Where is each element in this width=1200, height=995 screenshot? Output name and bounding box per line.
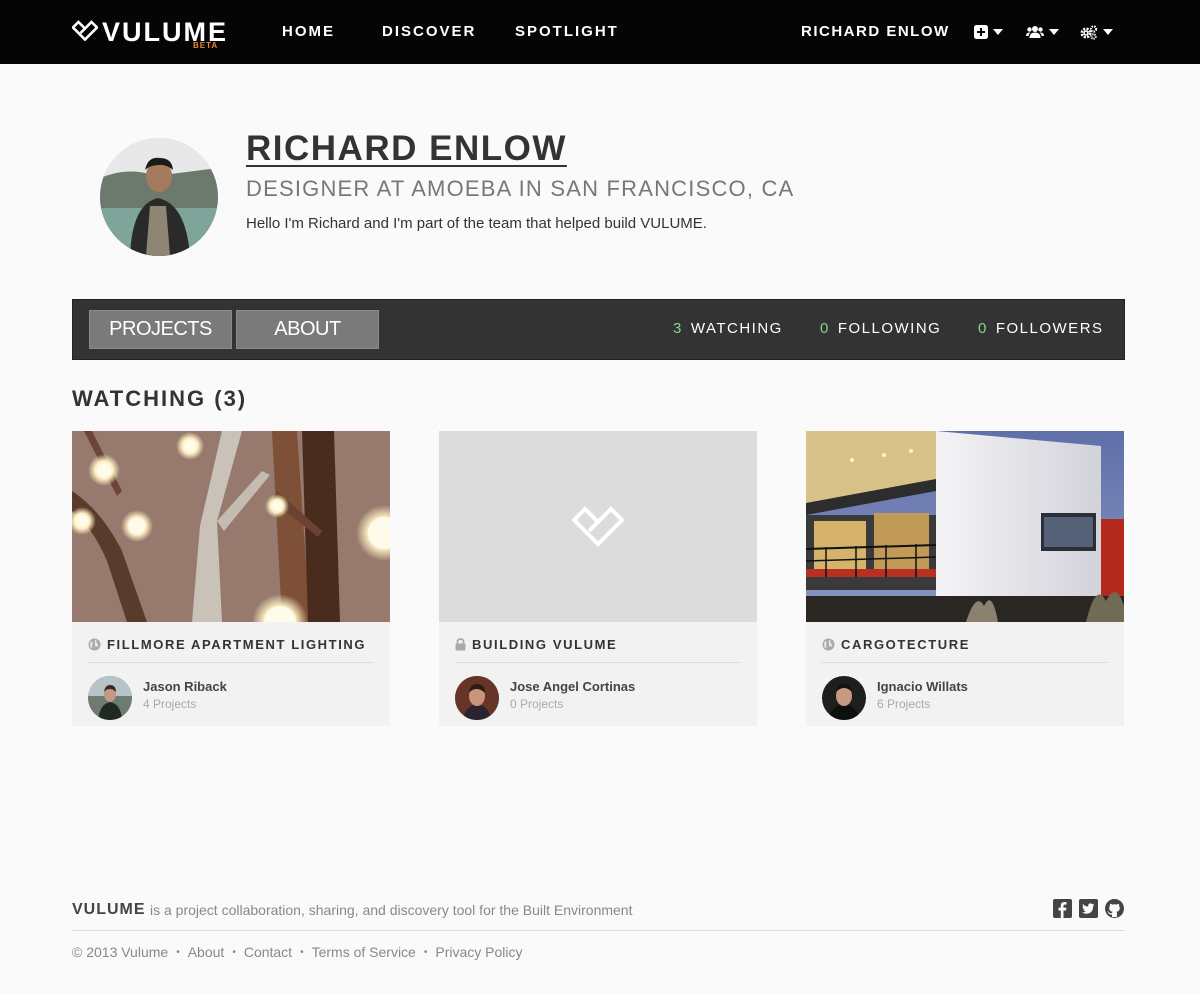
stat-following[interactable]: 0 FOLLOWING	[820, 320, 941, 337]
vulume-logo-icon	[571, 506, 625, 547]
footer-tagline: is a project collaboration, sharing, and…	[150, 902, 633, 918]
globe-icon	[88, 638, 101, 651]
profile-subtitle: DESIGNER AT AMOEBA IN SAN FRANCISCO, CA	[246, 176, 795, 201]
project-thumbnail-placeholder	[439, 431, 757, 622]
project-title-text: BUILDING VULUME	[472, 637, 618, 652]
stat-watching[interactable]: 3 WATCHING	[673, 320, 783, 337]
lock-icon	[455, 638, 466, 651]
github-icon[interactable]	[1105, 899, 1124, 918]
owner-avatar[interactable]	[455, 676, 499, 720]
profile-avatar	[100, 138, 218, 256]
footer-separator: •	[300, 946, 304, 958]
owner-avatar[interactable]	[88, 676, 132, 720]
nav-discover[interactable]: DISCOVER	[382, 23, 476, 40]
chevron-down-icon	[993, 29, 1003, 35]
twitter-icon[interactable]	[1079, 899, 1098, 918]
stat-followers-count: 0	[978, 320, 988, 337]
beta-badge: BETA	[193, 41, 219, 50]
card-divider	[822, 662, 1108, 663]
settings-menu-button[interactable]	[1080, 22, 1113, 42]
project-card[interactable]: BUILDING VULUME Jose Angel Cortinas 0 Pr…	[439, 431, 757, 726]
add-menu-button[interactable]	[974, 22, 1003, 42]
owner-avatar[interactable]	[822, 676, 866, 720]
project-title[interactable]: FILLMORE APARTMENT LIGHTING	[88, 637, 366, 652]
card-divider	[88, 662, 374, 663]
tab-about[interactable]: ABOUT	[236, 310, 379, 349]
owner-project-count: 4 Projects	[143, 697, 197, 711]
nav-home[interactable]: HOME	[282, 23, 335, 40]
footer-link-privacy[interactable]: Privacy Policy	[435, 944, 522, 960]
owner-name[interactable]: Ignacio Willats	[877, 679, 968, 694]
footer-divider	[72, 930, 1125, 931]
users-icon	[1026, 26, 1044, 38]
card-divider	[455, 662, 741, 663]
project-thumbnail	[72, 431, 390, 622]
stat-followers-label: FOLLOWERS	[995, 320, 1104, 337]
owner-project-count: 6 Projects	[877, 697, 931, 711]
footer-link-terms[interactable]: Terms of Service	[312, 944, 416, 960]
gears-icon	[1080, 24, 1098, 40]
footer-link-contact[interactable]: Contact	[244, 944, 292, 960]
nav-user-name[interactable]: RICHARD ENLOW	[801, 23, 950, 40]
vulume-logo[interactable]: VULUME BETA	[72, 15, 232, 51]
footer-separator: •	[423, 946, 428, 958]
footer-links: © 2013 Vulume • About • Contact • Terms …	[72, 944, 523, 960]
people-menu-button[interactable]	[1026, 22, 1059, 42]
project-thumbnail	[806, 431, 1124, 622]
top-navbar: VULUME BETA HOME DISCOVER SPOTLIGHT RICH…	[0, 0, 1200, 64]
project-title[interactable]: CARGOTECTURE	[822, 637, 970, 652]
stat-followers[interactable]: 0 FOLLOWERS	[978, 320, 1104, 337]
project-title-text: CARGOTECTURE	[841, 637, 970, 652]
plus-square-icon	[974, 25, 988, 39]
footer-link-about[interactable]: About	[188, 944, 225, 960]
stat-following-count: 0	[820, 320, 830, 337]
chevron-down-icon	[1103, 29, 1113, 35]
footer-brand[interactable]: VULUME	[72, 901, 146, 919]
section-title-watching: WATCHING (3)	[72, 386, 248, 411]
project-card[interactable]: CARGOTECTURE Ignacio Willats 6 Projects	[806, 431, 1124, 726]
nav-spotlight[interactable]: SPOTLIGHT	[515, 23, 619, 40]
owner-project-count: 0 Projects	[510, 697, 564, 711]
footer-separator: •	[232, 946, 236, 958]
stat-watching-count: 3	[673, 320, 683, 337]
footer-copyright: © 2013 Vulume	[72, 944, 169, 960]
footer-separator: •	[176, 946, 180, 958]
tab-projects[interactable]: PROJECTS	[89, 310, 232, 349]
vulume-logo-icon	[72, 20, 98, 42]
project-title[interactable]: BUILDING VULUME	[455, 637, 617, 652]
stat-following-label: FOLLOWING	[837, 320, 942, 337]
profile-name[interactable]: RICHARD ENLOW	[246, 129, 567, 169]
globe-icon	[822, 638, 835, 651]
footer-social-links	[1053, 899, 1124, 918]
owner-name[interactable]: Jason Riback	[143, 679, 227, 694]
project-title-text: FILLMORE APARTMENT LIGHTING	[107, 637, 367, 652]
project-card[interactable]: FILLMORE APARTMENT LIGHTING Jason Riback…	[72, 431, 390, 726]
facebook-icon[interactable]	[1053, 899, 1072, 918]
profile-tab-bar: PROJECTS ABOUT 3 WATCHING 0 FOLLOWING 0 FOL…	[72, 299, 1125, 360]
owner-name[interactable]: Jose Angel Cortinas	[510, 679, 635, 694]
profile-bio: Hello I'm Richard and I'm part of the te…	[246, 215, 707, 232]
stat-watching-label: WATCHING	[690, 320, 783, 337]
chevron-down-icon	[1049, 29, 1059, 35]
